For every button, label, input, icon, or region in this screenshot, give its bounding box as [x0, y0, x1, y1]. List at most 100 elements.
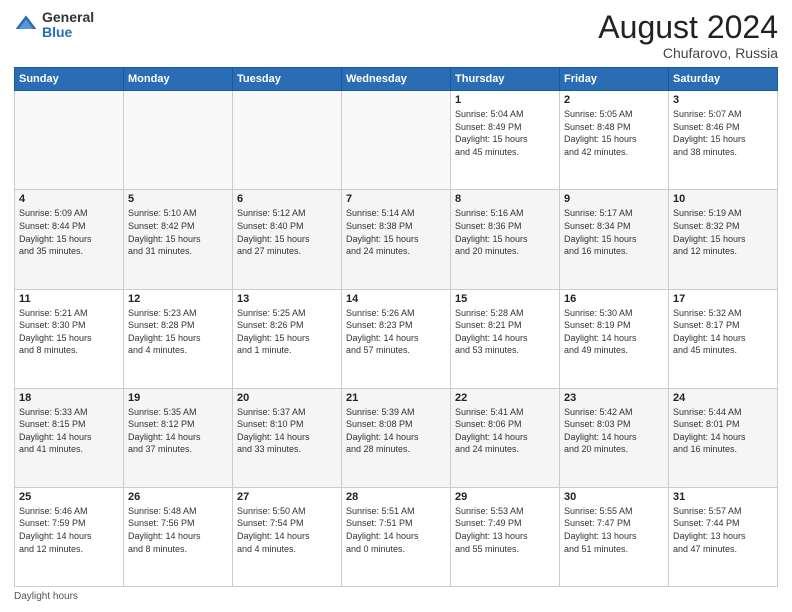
logo-general-text: General: [42, 10, 94, 25]
calendar-cell: 15 Sunrise: 5:28 AM Sunset: 8:21 PM Dayli…: [451, 289, 560, 388]
calendar-cell: 8 Sunrise: 5:16 AM Sunset: 8:36 PM Daylig…: [451, 190, 560, 289]
day-number: 4: [19, 193, 119, 205]
day-info: Sunrise: 5:21 AM Sunset: 8:30 PM Dayligh…: [19, 307, 119, 357]
day-number: 24: [673, 392, 773, 404]
day-info: Sunrise: 5:50 AM Sunset: 7:54 PM Dayligh…: [237, 505, 337, 555]
day-number: 15: [455, 293, 555, 305]
day-info: Sunrise: 5:12 AM Sunset: 8:40 PM Dayligh…: [237, 207, 337, 257]
day-number: 16: [564, 293, 664, 305]
week-row-4: 18Sunrise: 5:33 AM Sunset: 8:15 PM Dayli…: [15, 388, 778, 487]
calendar-cell: 19 Sunrise: 5:35 AM Sunset: 8:12 PM Dayli…: [124, 388, 233, 487]
day-number: 12: [128, 293, 228, 305]
day-info: Sunrise: 5:35 AM Sunset: 8:12 PM Dayligh…: [128, 406, 228, 456]
day-info: Sunrise: 5:28 AM Sunset: 8:21 PM Dayligh…: [455, 307, 555, 357]
day-info: Sunrise: 5:10 AM Sunset: 8:42 PM Dayligh…: [128, 207, 228, 257]
day-number: 27: [237, 491, 337, 503]
day-info: Sunrise: 5:25 AM Sunset: 8:26 PM Dayligh…: [237, 307, 337, 357]
calendar-cell: 16 Sunrise: 5:30 AM Sunset: 8:19 PM Dayli…: [560, 289, 669, 388]
day-number: 3: [673, 94, 773, 106]
day-number: 31: [673, 491, 773, 503]
header: General Blue August 2024 Chufarovo, Russ…: [14, 10, 778, 61]
logo-icon: [14, 13, 38, 37]
location-text: Chufarovo, Russia: [598, 45, 778, 61]
logo-blue-text: Blue: [42, 25, 94, 40]
calendar-cell: 25 Sunrise: 5:46 AM Sunset: 7:59 PM Dayli…: [15, 487, 124, 586]
day-number: 10: [673, 193, 773, 205]
week-row-1: 1 Sunrise: 5:04 AM Sunset: 8:49 PM Daylig…: [15, 91, 778, 190]
footer-note: Daylight hours: [14, 591, 778, 602]
day-number: 26: [128, 491, 228, 503]
calendar-cell: 6Sunrise: 5:12 AM Sunset: 8:40 PM Daylig…: [233, 190, 342, 289]
day-header-monday: Monday: [124, 68, 233, 91]
day-number: 20: [237, 392, 337, 404]
calendar-cell: [15, 91, 124, 190]
day-info: Sunrise: 5:26 AM Sunset: 8:23 PM Dayligh…: [346, 307, 446, 357]
day-info: Sunrise: 5:51 AM Sunset: 7:51 PM Dayligh…: [346, 505, 446, 555]
day-info: Sunrise: 5:04 AM Sunset: 8:49 PM Dayligh…: [455, 108, 555, 158]
day-number: 19: [128, 392, 228, 404]
day-info: Sunrise: 5:05 AM Sunset: 8:48 PM Dayligh…: [564, 108, 664, 158]
day-number: 18: [19, 392, 119, 404]
day-info: Sunrise: 5:42 AM Sunset: 8:03 PM Dayligh…: [564, 406, 664, 456]
calendar-cell: 21Sunrise: 5:39 AM Sunset: 8:08 PM Dayli…: [342, 388, 451, 487]
day-info: Sunrise: 5:19 AM Sunset: 8:32 PM Dayligh…: [673, 207, 773, 257]
day-number: 22: [455, 392, 555, 404]
day-number: 5: [128, 193, 228, 205]
day-info: Sunrise: 5:48 AM Sunset: 7:56 PM Dayligh…: [128, 505, 228, 555]
calendar-cell: [342, 91, 451, 190]
day-info: Sunrise: 5:41 AM Sunset: 8:06 PM Dayligh…: [455, 406, 555, 456]
day-header-thursday: Thursday: [451, 68, 560, 91]
day-info: Sunrise: 5:39 AM Sunset: 8:08 PM Dayligh…: [346, 406, 446, 456]
day-number: 1: [455, 94, 555, 106]
calendar-cell: 1 Sunrise: 5:04 AM Sunset: 8:49 PM Daylig…: [451, 91, 560, 190]
day-info: Sunrise: 5:37 AM Sunset: 8:10 PM Dayligh…: [237, 406, 337, 456]
day-number: 13: [237, 293, 337, 305]
day-info: Sunrise: 5:07 AM Sunset: 8:46 PM Dayligh…: [673, 108, 773, 158]
calendar-cell: 11Sunrise: 5:21 AM Sunset: 8:30 PM Dayli…: [15, 289, 124, 388]
day-info: Sunrise: 5:57 AM Sunset: 7:44 PM Dayligh…: [673, 505, 773, 555]
calendar-cell: 20 Sunrise: 5:37 AM Sunset: 8:10 PM Dayli…: [233, 388, 342, 487]
calendar-cell: 30Sunrise: 5:55 AM Sunset: 7:47 PM Dayli…: [560, 487, 669, 586]
day-info: Sunrise: 5:30 AM Sunset: 8:19 PM Dayligh…: [564, 307, 664, 357]
day-header-sunday: Sunday: [15, 68, 124, 91]
day-header-wednesday: Wednesday: [342, 68, 451, 91]
calendar-cell: 14 Sunrise: 5:26 AM Sunset: 8:23 PM Dayli…: [342, 289, 451, 388]
week-row-3: 11Sunrise: 5:21 AM Sunset: 8:30 PM Dayli…: [15, 289, 778, 388]
week-row-5: 25 Sunrise: 5:46 AM Sunset: 7:59 PM Dayli…: [15, 487, 778, 586]
day-info: Sunrise: 5:09 AM Sunset: 8:44 PM Dayligh…: [19, 207, 119, 257]
title-block: August 2024 Chufarovo, Russia: [598, 10, 778, 61]
day-header-saturday: Saturday: [669, 68, 778, 91]
day-info: Sunrise: 5:14 AM Sunset: 8:38 PM Dayligh…: [346, 207, 446, 257]
day-headers-row: SundayMondayTuesdayWednesdayThursdayFrid…: [15, 68, 778, 91]
day-info: Sunrise: 5:32 AM Sunset: 8:17 PM Dayligh…: [673, 307, 773, 357]
calendar-cell: 10 Sunrise: 5:19 AM Sunset: 8:32 PM Dayli…: [669, 190, 778, 289]
calendar-cell: 3 Sunrise: 5:07 AM Sunset: 8:46 PM Daylig…: [669, 91, 778, 190]
calendar-cell: 18Sunrise: 5:33 AM Sunset: 8:15 PM Dayli…: [15, 388, 124, 487]
day-info: Sunrise: 5:17 AM Sunset: 8:34 PM Dayligh…: [564, 207, 664, 257]
calendar-cell: 12Sunrise: 5:23 AM Sunset: 8:28 PM Dayli…: [124, 289, 233, 388]
calendar-cell: 9Sunrise: 5:17 AM Sunset: 8:34 PM Daylig…: [560, 190, 669, 289]
day-number: 2: [564, 94, 664, 106]
day-header-friday: Friday: [560, 68, 669, 91]
day-info: Sunrise: 5:44 AM Sunset: 8:01 PM Dayligh…: [673, 406, 773, 456]
page: General Blue August 2024 Chufarovo, Russ…: [0, 0, 792, 612]
logo: General Blue: [14, 10, 94, 41]
day-number: 23: [564, 392, 664, 404]
calendar-cell: 24 Sunrise: 5:44 AM Sunset: 8:01 PM Dayli…: [669, 388, 778, 487]
day-number: 8: [455, 193, 555, 205]
day-number: 29: [455, 491, 555, 503]
day-number: 30: [564, 491, 664, 503]
week-row-2: 4 Sunrise: 5:09 AM Sunset: 8:44 PM Daylig…: [15, 190, 778, 289]
calendar-cell: 5 Sunrise: 5:10 AM Sunset: 8:42 PM Daylig…: [124, 190, 233, 289]
day-info: Sunrise: 5:46 AM Sunset: 7:59 PM Dayligh…: [19, 505, 119, 555]
day-number: 28: [346, 491, 446, 503]
month-year-title: August 2024: [598, 10, 778, 45]
calendar-cell: 2 Sunrise: 5:05 AM Sunset: 8:48 PM Daylig…: [560, 91, 669, 190]
logo-text: General Blue: [42, 10, 94, 41]
day-info: Sunrise: 5:16 AM Sunset: 8:36 PM Dayligh…: [455, 207, 555, 257]
day-number: 25: [19, 491, 119, 503]
calendar-cell: 28 Sunrise: 5:51 AM Sunset: 7:51 PM Dayli…: [342, 487, 451, 586]
day-number: 14: [346, 293, 446, 305]
calendar-cell: 29Sunrise: 5:53 AM Sunset: 7:49 PM Dayli…: [451, 487, 560, 586]
calendar-cell: 26 Sunrise: 5:48 AM Sunset: 7:56 PM Dayli…: [124, 487, 233, 586]
